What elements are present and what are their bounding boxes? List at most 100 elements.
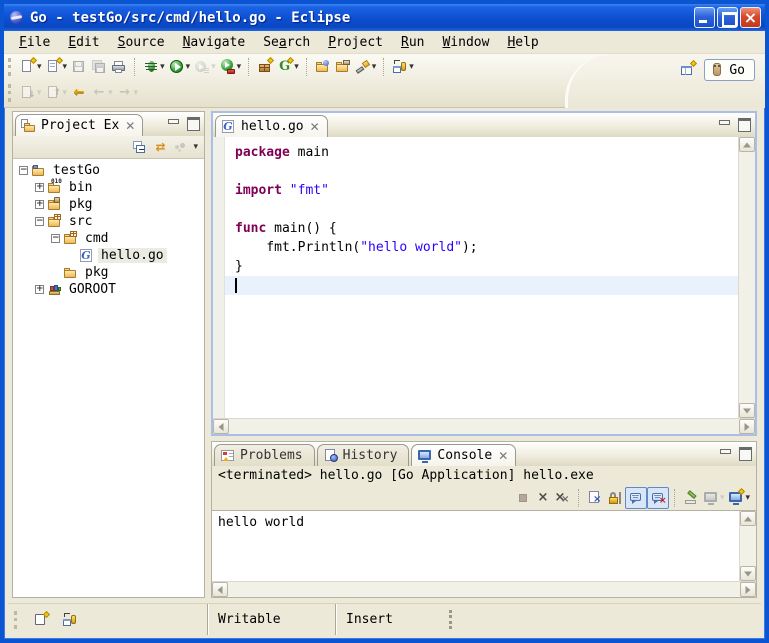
code-line[interactable]: func main() { [233,219,738,238]
collapse-icon[interactable]: − [35,217,44,226]
scroll-right-button[interactable] [739,419,755,434]
show-stdout-button[interactable] [625,487,647,509]
close-button[interactable] [740,7,761,28]
import-button[interactable] [313,56,333,78]
tab-console[interactable]: Console✕ [411,444,516,466]
open-perspective-button[interactable] [678,59,698,81]
export-button[interactable] [333,56,353,78]
menu-edit[interactable]: Edit [59,33,108,52]
dropdown-arrow-icon[interactable]: ▾ [186,56,191,78]
dropdown-arrow-icon[interactable]: ▾ [63,82,68,104]
collapse-icon[interactable]: − [19,166,28,175]
external-tools-button[interactable]: ▾ [218,56,244,78]
scroll-right-button[interactable] [740,582,756,597]
code-line[interactable] [233,162,738,181]
maximize-button[interactable] [717,7,738,28]
console-vertical-scrollbar[interactable] [739,511,756,581]
new-wizard-button[interactable]: ▾ [18,56,44,78]
minimize-view-icon[interactable] [166,116,181,129]
dropdown-arrow-icon[interactable]: ▾ [134,82,139,104]
menu-navigate[interactable]: Navigate [174,33,255,52]
restore-view-button[interactable] [60,609,80,631]
remove-all-launches-button[interactable]: ×× [553,487,573,509]
scroll-down-button[interactable] [739,403,755,418]
scroll-down-button[interactable] [740,566,756,581]
view-menu-button[interactable]: ▾ [190,136,200,158]
dropdown-arrow-icon[interactable]: ▾ [372,56,377,78]
run-button[interactable]: ▾ [167,56,193,78]
expand-icon[interactable]: + [35,200,44,209]
menu-file[interactable]: File [10,33,59,52]
last-edit-location-button[interactable]: ← [69,82,89,104]
scroll-left-button[interactable] [213,419,229,434]
scroll-lock-button[interactable] [605,487,625,509]
menu-source[interactable]: Source [109,33,174,52]
dropdown-arrow-icon[interactable]: ▾ [720,487,725,509]
open-console-button[interactable]: ▾ [726,487,752,509]
go-perspective-button[interactable]: Go [704,59,755,81]
code-area[interactable]: package main import "fmt" func main() { fm… [225,137,738,418]
code-line[interactable]: fmt.Println("hello world"); [233,238,738,257]
new-go-package-button[interactable] [255,56,275,78]
console-output[interactable]: hello world [212,511,739,581]
dropdown-arrow-icon[interactable]: ▾ [37,82,42,104]
print-button[interactable] [109,56,129,78]
tree-item-testgo[interactable]: −testGo [13,162,204,179]
fast-view-button[interactable] [32,609,52,631]
dropdown-arrow-icon[interactable]: ▾ [409,56,414,78]
show-stderr-button[interactable]: × [647,487,669,509]
expand-icon[interactable]: + [35,285,44,294]
maximize-view-icon[interactable] [185,116,200,129]
titlebar[interactable]: Go - testGo/src/cmd/hello.go - Eclipse [4,4,765,31]
menu-project[interactable]: Project [319,33,392,52]
minimize-view-icon[interactable] [718,446,733,459]
menu-window[interactable]: Window [433,33,498,52]
tree-item-bin[interactable]: +010bin [13,179,204,196]
editor-horizontal-scrollbar[interactable] [213,418,755,434]
code-line[interactable]: import "fmt" [233,181,738,200]
search-button[interactable]: ▾ [353,56,379,78]
dropdown-arrow-icon[interactable]: ▾ [63,56,68,78]
code-line[interactable]: package main [233,143,738,162]
tree-item-pkg[interactable]: +pkg [13,196,204,213]
code-line[interactable] [233,200,738,219]
menu-run[interactable]: Run [392,33,433,52]
sync-button[interactable]: ▾ [390,56,416,78]
tree-item-cmd[interactable]: −cmd [13,230,204,247]
maximize-view-icon[interactable] [736,117,751,130]
menu-search[interactable]: Search [254,33,319,52]
remove-launch-button[interactable]: × [533,487,553,509]
tab-project-explorer[interactable]: Project Ex ✕ [15,114,143,136]
scroll-left-button[interactable] [212,582,228,597]
maximize-view-icon[interactable] [737,446,752,459]
trim-handle[interactable] [14,611,20,629]
dropdown-arrow-icon[interactable]: ▾ [160,56,165,78]
close-icon[interactable]: ✕ [498,450,508,462]
new-file-button[interactable]: ▾ [44,56,70,78]
minimize-button[interactable] [694,7,715,28]
tab-hello-go[interactable]: G hello.go ✕ [215,115,328,137]
tree-item-src[interactable]: −src [13,213,204,230]
tree-item-hello-go[interactable]: Ghello.go [13,247,204,264]
dropdown-arrow-icon[interactable]: ▾ [108,82,113,104]
dropdown-arrow-icon[interactable]: ▾ [211,56,216,78]
menu-help[interactable]: Help [498,33,547,52]
tab-history[interactable]: History [317,444,410,466]
expand-icon[interactable]: + [35,183,44,192]
close-icon[interactable]: ✕ [125,120,135,132]
collapse-all-button[interactable]: − [130,136,150,158]
clear-console-button[interactable]: × [585,487,605,509]
dropdown-arrow-icon[interactable]: ▾ [745,487,750,509]
link-with-editor-button[interactable]: ⇄ [150,136,170,158]
dropdown-arrow-icon[interactable]: ▾ [37,56,42,78]
editor-vertical-scrollbar[interactable] [738,137,755,418]
console-horizontal-scrollbar[interactable] [212,581,756,597]
toolbar-drag-handle[interactable] [8,84,14,102]
dropdown-arrow-icon[interactable]: ▾ [237,56,242,78]
close-icon[interactable]: ✕ [310,121,320,133]
toolbar-drag-handle[interactable] [8,58,14,76]
tree-item-pkg[interactable]: pkg [13,264,204,281]
debug-button[interactable]: ▾ [141,56,167,78]
dropdown-arrow-icon[interactable]: ▾ [294,56,299,78]
tree-item-goroot[interactable]: +GOROOT [13,281,204,298]
